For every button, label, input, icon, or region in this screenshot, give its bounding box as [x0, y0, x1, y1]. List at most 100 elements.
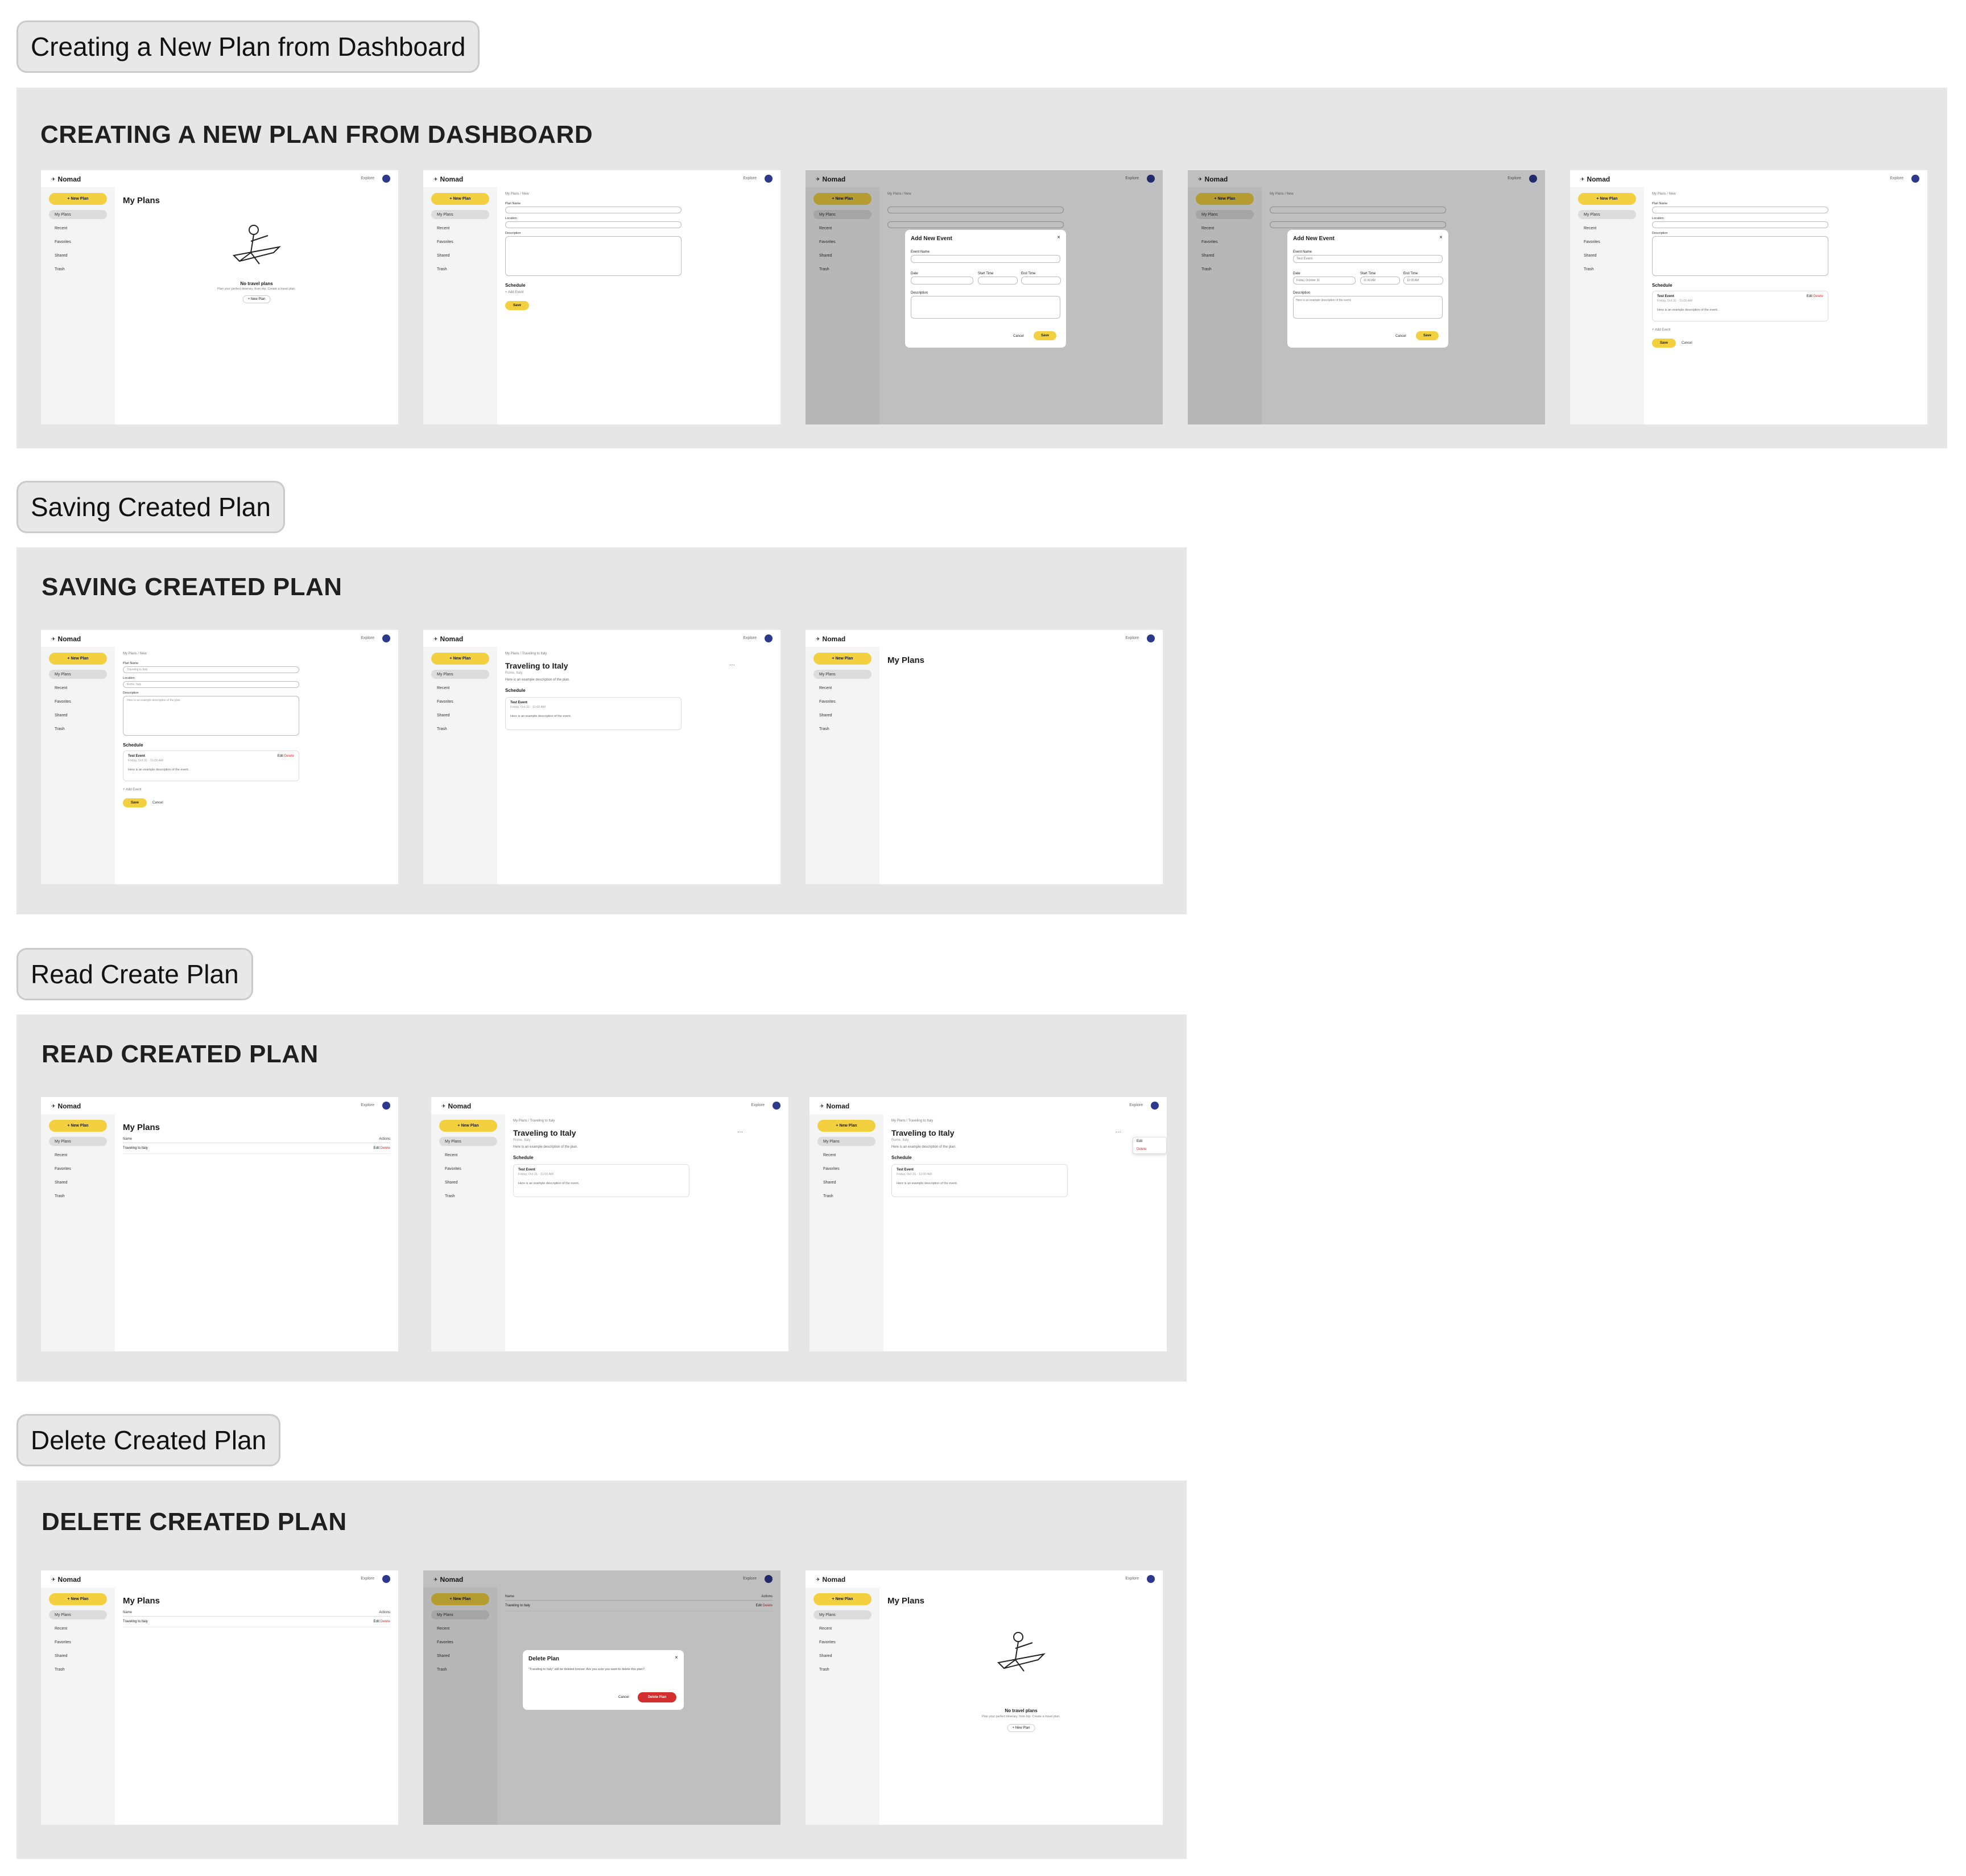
- nav-trash[interactable]: Trash: [49, 1191, 107, 1201]
- nav-trash[interactable]: Trash: [49, 265, 107, 274]
- cancel-button[interactable]: Cancel: [1395, 335, 1406, 338]
- nav-favorites[interactable]: Favorites: [431, 237, 489, 246]
- explore-link[interactable]: Explore: [1125, 636, 1139, 640]
- modal-save-button[interactable]: Save: [1034, 331, 1056, 340]
- date-input[interactable]: [911, 277, 973, 285]
- save-button[interactable]: Save: [505, 301, 529, 310]
- new-plan-button[interactable]: + New Plan: [813, 1593, 872, 1605]
- save-button[interactable]: Save: [123, 798, 147, 807]
- avatar[interactable]: [1147, 1575, 1155, 1583]
- nav-shared[interactable]: Shared: [1578, 251, 1636, 260]
- add-event-link[interactable]: + Add Event: [505, 291, 524, 294]
- new-plan-button[interactable]: + New Plan: [49, 193, 107, 205]
- nav-favorites[interactable]: Favorites: [1578, 237, 1636, 246]
- nav-favorites[interactable]: Favorites: [49, 1638, 107, 1647]
- end-time-input[interactable]: 12:00 AM: [1403, 277, 1443, 285]
- avatar[interactable]: [773, 1102, 780, 1110]
- new-plan-button[interactable]: + New Plan: [49, 653, 107, 665]
- explore-link[interactable]: Explore: [1125, 1577, 1139, 1581]
- edit-button[interactable]: Edit: [374, 1620, 379, 1623]
- nav-recent[interactable]: Recent: [439, 1151, 497, 1160]
- nav-trash[interactable]: Trash: [1578, 265, 1636, 274]
- location-input[interactable]: [505, 221, 682, 228]
- plan-name-cell[interactable]: Traveling to Italy: [123, 1147, 148, 1150]
- explore-link[interactable]: Explore: [361, 176, 374, 180]
- delete-button[interactable]: Delete: [381, 1620, 390, 1623]
- nav-favorites[interactable]: Favorites: [431, 697, 489, 706]
- new-plan-button[interactable]: + New Plan: [813, 653, 872, 665]
- location-input[interactable]: [1652, 221, 1828, 228]
- explore-link[interactable]: Explore: [361, 636, 374, 640]
- nav-my-plans[interactable]: My Plans: [431, 210, 489, 219]
- explore-link[interactable]: Explore: [1129, 1103, 1143, 1107]
- delete-button[interactable]: Delete: [381, 1147, 390, 1150]
- nav-favorites[interactable]: Favorites: [49, 697, 107, 706]
- add-event-link[interactable]: + Add Event: [1652, 328, 1671, 332]
- more-options-icon[interactable]: ···: [729, 662, 735, 668]
- edit-button[interactable]: Edit: [278, 754, 283, 758]
- nav-my-plans[interactable]: My Plans: [49, 1137, 107, 1146]
- table-row[interactable]: Traveling to Italy Edit Delete: [123, 1617, 390, 1627]
- explore-link[interactable]: Explore: [1890, 176, 1903, 180]
- description-input[interactable]: Here is an example description of the pl…: [123, 696, 299, 736]
- plan-name-input[interactable]: [505, 207, 682, 213]
- delete-button[interactable]: Delete: [1814, 295, 1823, 298]
- nav-trash[interactable]: Trash: [439, 1191, 497, 1201]
- avatar[interactable]: [1147, 634, 1155, 642]
- nav-trash[interactable]: Trash: [817, 1191, 875, 1201]
- new-plan-button[interactable]: + New Plan: [49, 1120, 107, 1132]
- new-plan-button[interactable]: + New Plan: [49, 1593, 107, 1605]
- new-plan-button[interactable]: + New Plan: [431, 193, 489, 205]
- breadcrumb[interactable]: My Plans / Traveling to Italy: [891, 1119, 933, 1123]
- explore-link[interactable]: Explore: [743, 176, 757, 180]
- nav-recent[interactable]: Recent: [813, 1624, 872, 1633]
- breadcrumb[interactable]: My Plans / Traveling to Italy: [513, 1119, 555, 1123]
- nav-shared[interactable]: Shared: [813, 1651, 872, 1660]
- description-input[interactable]: [505, 236, 682, 276]
- empty-new-plan-button[interactable]: + New Plan: [242, 295, 271, 303]
- breadcrumb[interactable]: My Plans / New: [123, 652, 147, 655]
- nav-recent[interactable]: Recent: [49, 1151, 107, 1160]
- nav-trash[interactable]: Trash: [431, 724, 489, 733]
- nav-favorites[interactable]: Favorites: [813, 1638, 872, 1647]
- new-plan-button[interactable]: + New Plan: [439, 1120, 497, 1132]
- more-options-icon[interactable]: ···: [737, 1129, 743, 1135]
- avatar[interactable]: [1151, 1102, 1159, 1110]
- end-time-input[interactable]: [1021, 277, 1061, 285]
- event-description-input[interactable]: Here is an example description of the ev…: [1293, 296, 1443, 319]
- nav-my-plans[interactable]: My Plans: [1578, 210, 1636, 219]
- nav-shared[interactable]: Shared: [439, 1178, 497, 1187]
- event-name-input[interactable]: [911, 255, 1060, 263]
- cancel-button[interactable]: Cancel: [618, 1696, 629, 1699]
- breadcrumb[interactable]: My Plans / New: [505, 192, 529, 196]
- nav-favorites[interactable]: Favorites: [49, 237, 107, 246]
- explore-link[interactable]: Explore: [743, 636, 757, 640]
- menu-edit[interactable]: Edit: [1137, 1140, 1163, 1143]
- edit-button[interactable]: Edit: [1807, 295, 1812, 298]
- nav-recent[interactable]: Recent: [1578, 224, 1636, 233]
- delete-button[interactable]: Delete: [284, 754, 294, 758]
- cancel-button[interactable]: Cancel: [1013, 335, 1024, 338]
- nav-favorites[interactable]: Favorites: [49, 1164, 107, 1173]
- nav-recent[interactable]: Recent: [49, 683, 107, 692]
- nav-shared[interactable]: Shared: [49, 711, 107, 720]
- nav-my-plans[interactable]: My Plans: [49, 670, 107, 679]
- nav-trash[interactable]: Trash: [49, 1665, 107, 1674]
- plan-name-input[interactable]: [1652, 207, 1828, 213]
- nav-shared[interactable]: Shared: [813, 711, 872, 720]
- nav-my-plans[interactable]: My Plans: [439, 1137, 497, 1146]
- add-event-link[interactable]: + Add Event: [123, 788, 142, 791]
- nav-my-plans[interactable]: My Plans: [817, 1137, 875, 1146]
- nav-shared[interactable]: Shared: [817, 1178, 875, 1187]
- avatar[interactable]: [765, 634, 773, 642]
- nav-shared[interactable]: Shared: [49, 251, 107, 260]
- table-row[interactable]: Traveling to Italy Edit Delete: [123, 1143, 390, 1154]
- cancel-button[interactable]: Cancel: [152, 801, 163, 805]
- nav-trash[interactable]: Trash: [431, 265, 489, 274]
- nav-favorites[interactable]: Favorites: [817, 1164, 875, 1173]
- cancel-button[interactable]: Cancel: [1682, 341, 1692, 345]
- delete-plan-button[interactable]: Delete Plan: [638, 1692, 676, 1702]
- nav-my-plans[interactable]: My Plans: [49, 210, 107, 219]
- nav-recent[interactable]: Recent: [49, 224, 107, 233]
- nav-recent[interactable]: Recent: [431, 224, 489, 233]
